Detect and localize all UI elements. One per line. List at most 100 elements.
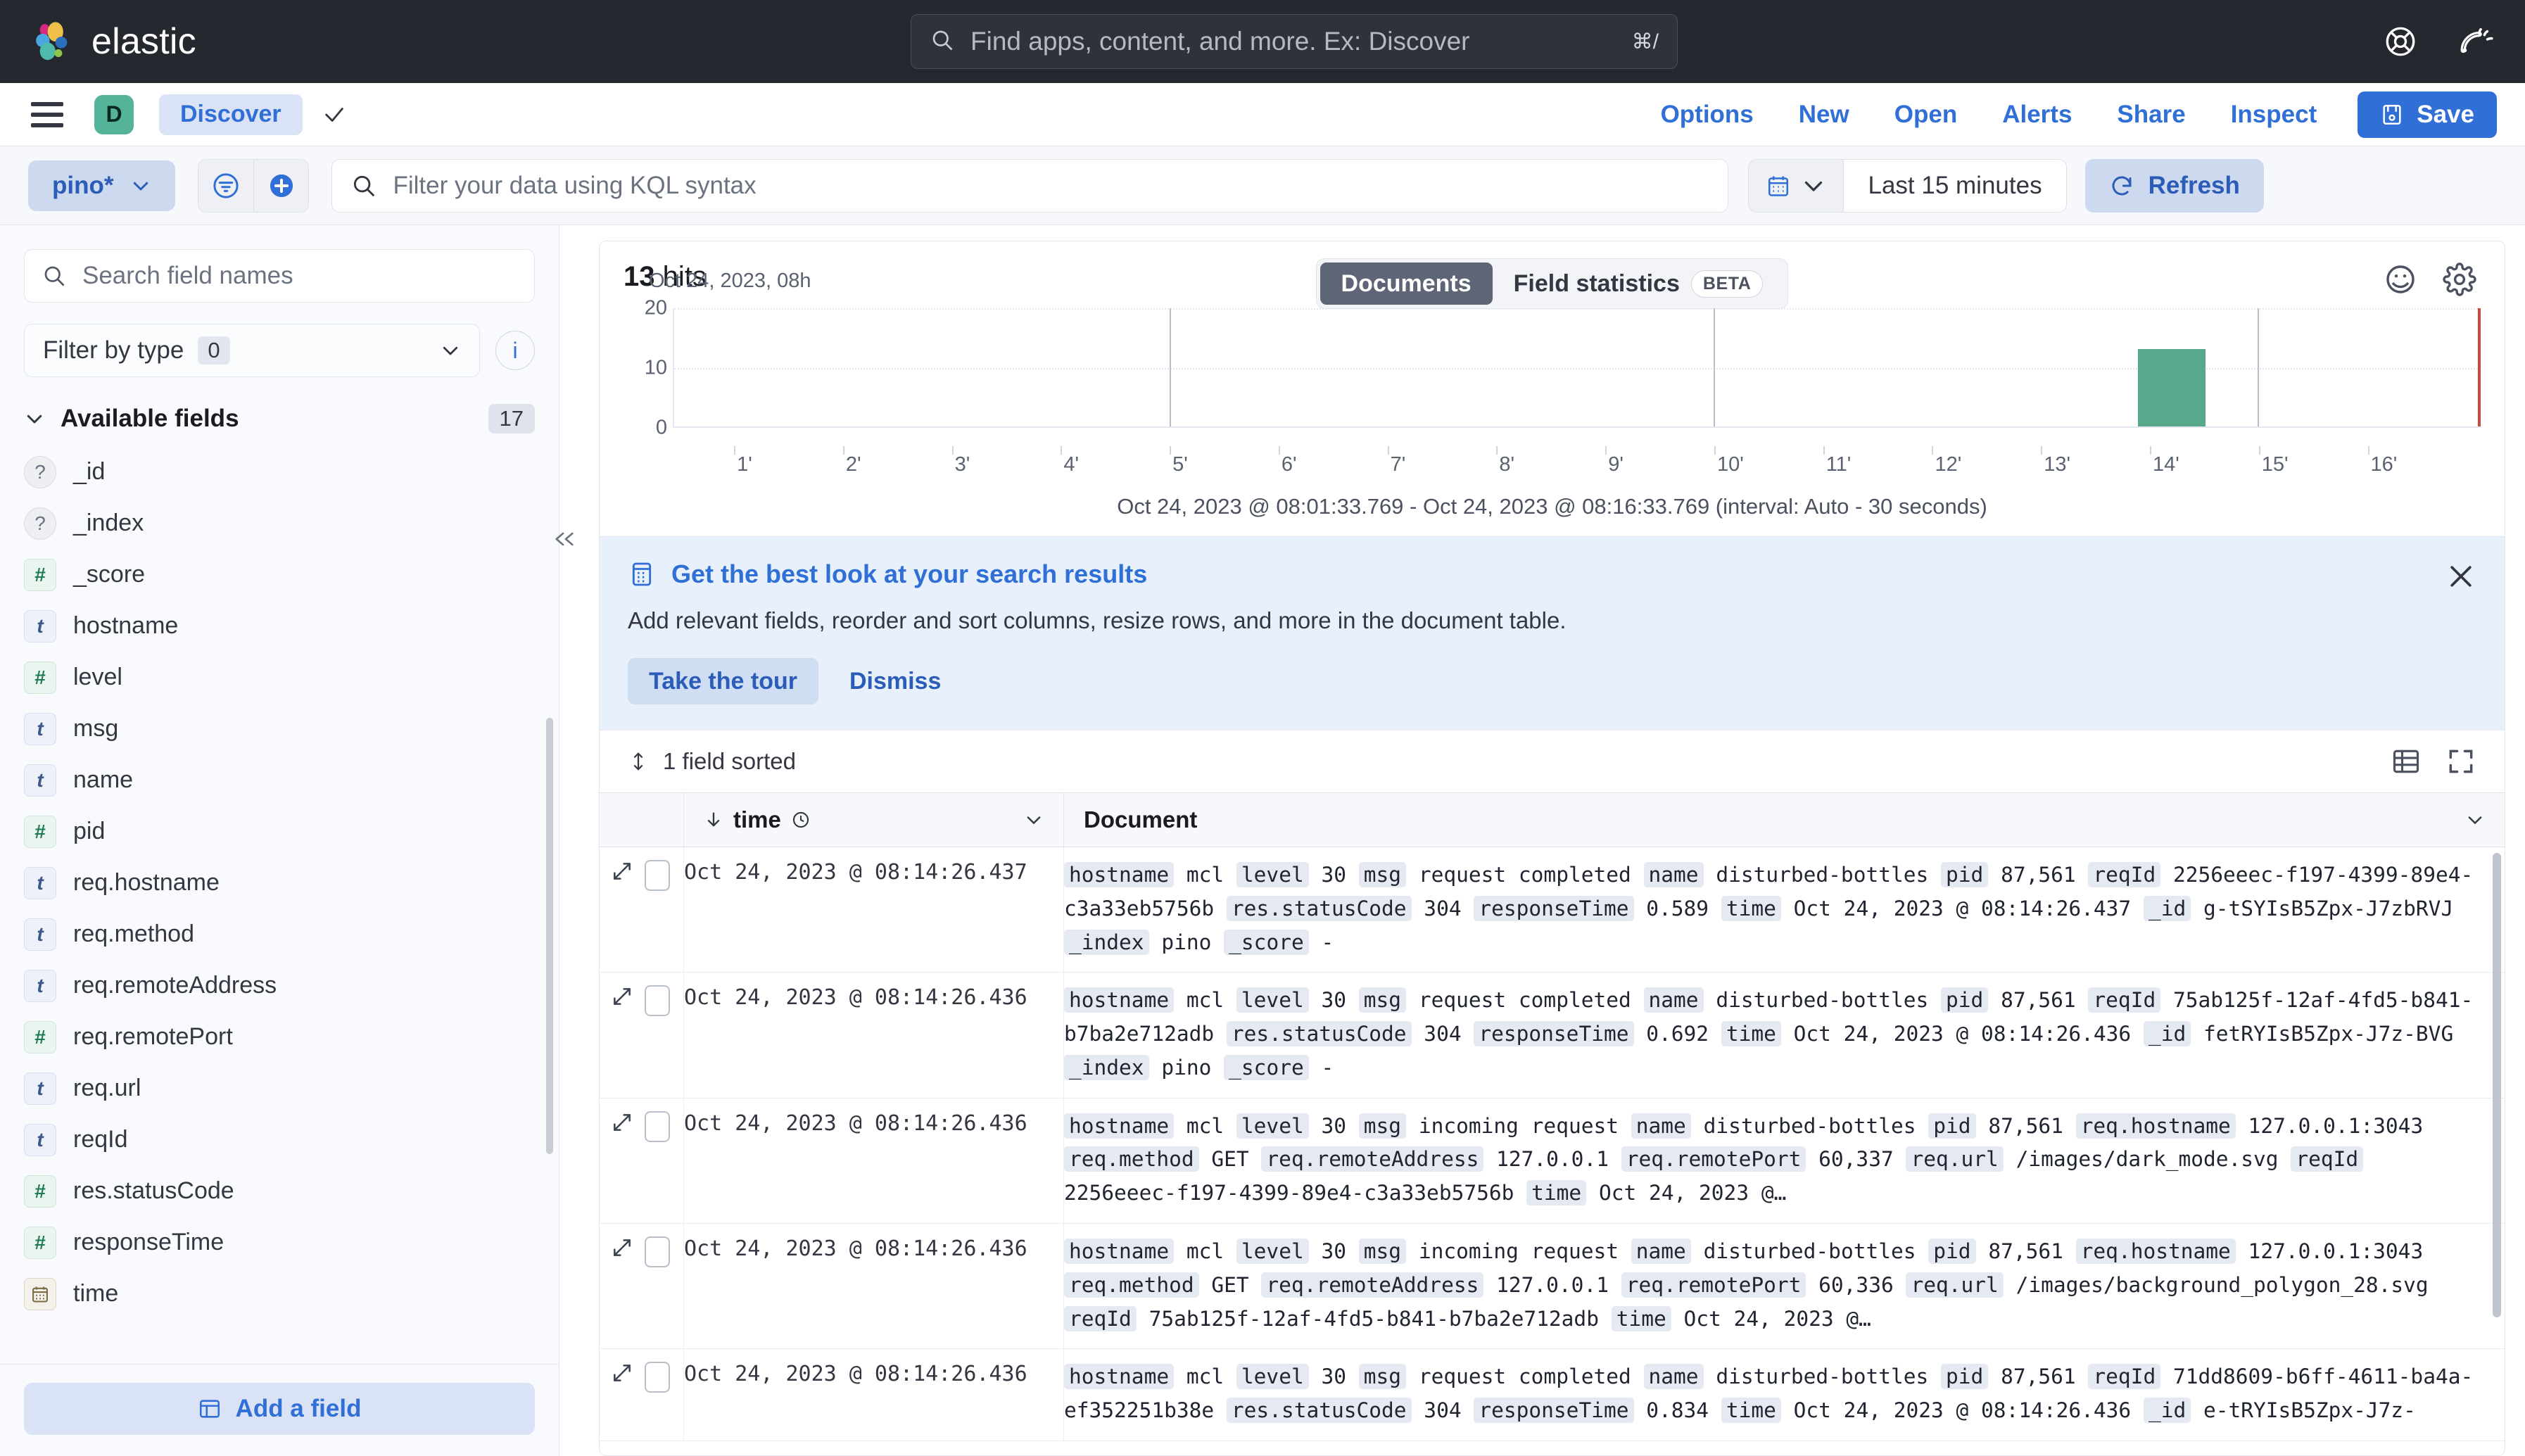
time-histogram[interactable]: 20 10 0 <box>624 297 2481 449</box>
gridline-major <box>2257 308 2259 426</box>
field-type-icon: t <box>24 712 56 745</box>
field-type-icon: t <box>24 1072 56 1105</box>
expand-row-icon[interactable] <box>611 860 636 885</box>
field-item-req-hostname[interactable]: t req.hostname <box>24 857 559 909</box>
field-type-icon: t <box>24 764 56 797</box>
field-item-reqId[interactable]: t reqId <box>24 1114 559 1165</box>
filter-controls <box>198 158 310 213</box>
kql-query-input[interactable]: Filter your data using KQL syntax <box>331 158 1729 213</box>
table-scrollbar[interactable] <box>2493 853 2501 1317</box>
news-feed-icon[interactable] <box>2459 24 2494 59</box>
field-item--id[interactable]: ? _id <box>24 446 559 498</box>
saved-filters-button[interactable] <box>198 159 254 212</box>
field-item-req-method[interactable]: t req.method <box>24 909 559 960</box>
field-info-icon[interactable]: i <box>495 331 535 370</box>
add-filter-button[interactable] <box>253 159 309 212</box>
expand-row-icon[interactable] <box>611 1362 636 1387</box>
tab-field-statistics[interactable]: Field statistics BETA <box>1493 262 1785 305</box>
fullscreen-icon[interactable] <box>2445 746 2476 777</box>
data-view-selector[interactable]: pino* <box>28 160 176 211</box>
gridline-major <box>1713 308 1715 426</box>
filter-by-type-button[interactable]: Filter by type 0 <box>24 324 480 377</box>
save-button[interactable]: Save <box>2358 91 2497 138</box>
table-row[interactable]: Oct 24, 2023 @ 08:14:26.436 hostname mcl … <box>600 1224 2505 1350</box>
data-view-name: pino* <box>52 171 114 199</box>
histogram-panel: 13 hits Documents Field statistics BETA <box>600 241 2505 536</box>
table-row[interactable]: Oct 24, 2023 @ 08:14:26.437 hostname mcl … <box>600 847 2505 973</box>
table-row[interactable]: Oct 24, 2023 @ 08:14:26.436 hostname mcl … <box>600 973 2505 1099</box>
brand-name: elastic <box>91 21 196 62</box>
row-select-checkbox[interactable] <box>645 1362 670 1393</box>
chart-edit-visualization-icon[interactable] <box>2384 262 2417 296</box>
space-avatar[interactable]: D <box>94 94 134 134</box>
field-item--index[interactable]: ? _index <box>24 498 559 549</box>
field-type-icon: t <box>24 969 56 1002</box>
histogram-bar[interactable] <box>2137 348 2206 426</box>
tab-documents[interactable]: Documents <box>1320 262 1493 305</box>
table-header-row: time Document <box>600 792 2505 847</box>
column-header-time[interactable]: time <box>684 793 1064 847</box>
field-item-level[interactable]: # level <box>24 652 559 703</box>
open-button[interactable]: Open <box>1872 101 1980 129</box>
column-menu-time-icon[interactable] <box>1024 810 1044 830</box>
chart-options-gear-icon[interactable] <box>2443 262 2476 296</box>
field-item-res-statusCode[interactable]: # res.statusCode <box>24 1165 559 1217</box>
row-select-checkbox[interactable] <box>645 1110 670 1142</box>
row-height-icon[interactable] <box>2391 746 2422 777</box>
refresh-button[interactable]: Refresh <box>2084 158 2264 213</box>
dismiss-button[interactable]: Dismiss <box>831 658 959 704</box>
time-range-value[interactable]: Last 15 minutes <box>1843 159 2066 212</box>
query-bar: pino* Filter your data using KQL syntax <box>0 146 2525 225</box>
column-header-document[interactable]: Document <box>1064 793 2505 847</box>
column-header-document-label: Document <box>1084 806 1198 833</box>
table-row[interactable]: Oct 24, 2023 @ 08:14:26.436 hostname mcl … <box>600 1349 2505 1441</box>
add-a-field-label: Add a field <box>235 1395 362 1422</box>
expand-row-icon[interactable] <box>611 1236 636 1262</box>
expand-row-icon[interactable] <box>611 985 636 1011</box>
row-select-checkbox[interactable] <box>645 1236 670 1268</box>
share-button[interactable]: Share <box>2094 101 2208 129</box>
field-item-pid[interactable]: # pid <box>24 806 559 857</box>
field-item-req-url[interactable]: t req.url <box>24 1063 559 1114</box>
field-type-icon: t <box>24 609 56 642</box>
callout-title: Get the best look at your search results <box>671 559 1148 588</box>
take-the-tour-button[interactable]: Take the tour <box>628 658 818 704</box>
field-item-time[interactable]: time <box>24 1268 559 1319</box>
sort-fields-button[interactable]: 1 field sorted <box>628 748 796 775</box>
saved-check-icon <box>322 103 346 127</box>
sidebar-scrollbar[interactable] <box>546 718 553 1154</box>
callout-title-row: Get the best look at your search results <box>628 559 2476 589</box>
expand-row-icon[interactable] <box>611 1111 636 1137</box>
new-button[interactable]: New <box>1776 101 1872 129</box>
available-fields-header[interactable]: Available fields 17 <box>24 404 535 433</box>
field-item-name[interactable]: t name <box>24 754 559 806</box>
inspect-button[interactable]: Inspect <box>2208 101 2340 129</box>
field-item-hostname[interactable]: t hostname <box>24 600 559 652</box>
field-item--score[interactable]: # _score <box>24 549 559 600</box>
close-icon[interactable] <box>2445 561 2476 592</box>
row-tools <box>600 1349 684 1441</box>
elastic-brand[interactable]: elastic <box>34 20 196 63</box>
collapse-sidebar-button[interactable] <box>546 519 586 559</box>
kql-placeholder: Filter your data using KQL syntax <box>393 171 757 199</box>
row-select-checkbox[interactable] <box>645 985 670 1017</box>
field-item-req-remotePort[interactable]: # req.remotePort <box>24 1011 559 1063</box>
field-name: req.hostname <box>73 869 220 896</box>
column-menu-document-icon[interactable] <box>2465 810 2485 830</box>
x-tick-label: 13' <box>2041 446 2071 476</box>
field-search-input[interactable]: Search field names <box>24 249 535 303</box>
time-quick-select-button[interactable] <box>1749 159 1844 212</box>
options-button[interactable]: Options <box>1638 101 1776 129</box>
field-item-responseTime[interactable]: # responseTime <box>24 1217 559 1268</box>
add-a-field-button[interactable]: Add a field <box>24 1383 535 1435</box>
alerts-button[interactable]: Alerts <box>1980 101 2094 129</box>
x-tick-label: 4' <box>1061 446 1080 476</box>
breadcrumb-discover[interactable]: Discover <box>159 94 303 135</box>
menu-toggle-icon[interactable] <box>31 99 63 131</box>
help-icon[interactable] <box>2383 24 2418 59</box>
row-select-checkbox[interactable] <box>645 860 670 891</box>
field-item-req-remoteAddress[interactable]: t req.remoteAddress <box>24 960 559 1011</box>
global-search-input[interactable]: Find apps, content, and more. Ex: Discov… <box>911 14 1678 69</box>
table-row[interactable]: Oct 24, 2023 @ 08:14:26.436 hostname mcl … <box>600 1098 2505 1224</box>
field-item-msg[interactable]: t msg <box>24 703 559 754</box>
